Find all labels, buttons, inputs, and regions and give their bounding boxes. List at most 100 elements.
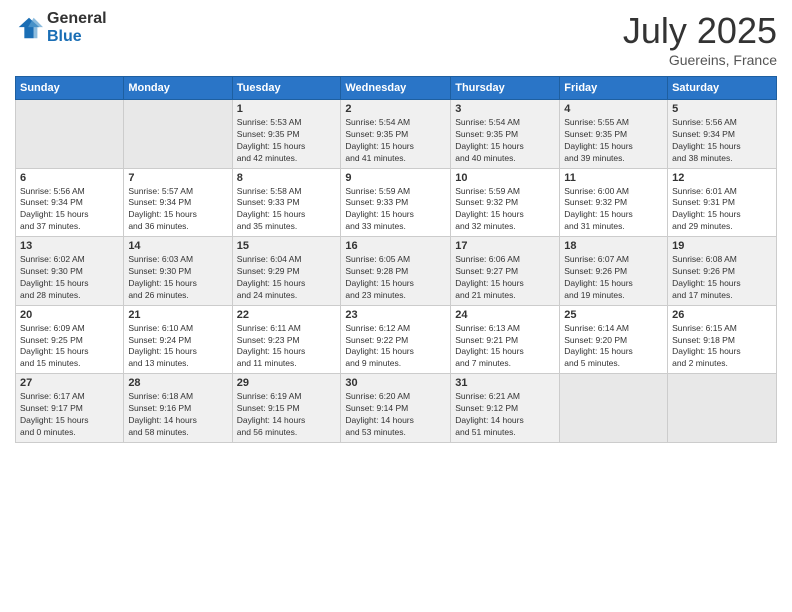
title-block: July 2025 Guereins, France [623, 10, 777, 68]
table-row: 2 Sunrise: 5:54 AM Sunset: 9:35 PM Daylig… [341, 100, 451, 169]
day-number: 22 [237, 309, 337, 321]
header-monday: Monday [124, 77, 232, 100]
day-number: 20 [20, 309, 119, 321]
day-info: Sunrise: 5:57 AM Sunset: 9:34 PM Dayligh… [128, 186, 227, 234]
day-info: Sunrise: 5:55 AM Sunset: 9:35 PM Dayligh… [564, 117, 663, 165]
day-info: Sunrise: 6:17 AM Sunset: 9:17 PM Dayligh… [20, 391, 119, 439]
header-wednesday: Wednesday [341, 77, 451, 100]
day-number: 17 [455, 240, 555, 252]
day-number: 13 [20, 240, 119, 252]
day-number: 1 [237, 103, 337, 115]
table-row: 25 Sunrise: 6:14 AM Sunset: 9:20 PM Dayli… [560, 305, 668, 374]
table-row: 10Sunrise: 5:59 AM Sunset: 9:32 PM Dayli… [451, 168, 560, 237]
day-info: Sunrise: 6:15 AM Sunset: 9:18 PM Dayligh… [672, 323, 772, 371]
day-number: 16 [345, 240, 446, 252]
location: Guereins, France [623, 52, 777, 68]
day-info: Sunrise: 6:10 AM Sunset: 9:24 PM Dayligh… [128, 323, 227, 371]
day-number: 6 [20, 172, 119, 184]
table-row: 13Sunrise: 6:02 AM Sunset: 9:30 PM Dayli… [16, 237, 124, 306]
calendar-week-row: 20 Sunrise: 6:09 AM Sunset: 9:25 PM Dayli… [16, 305, 777, 374]
day-info: Sunrise: 5:54 AM Sunset: 9:35 PM Dayligh… [345, 117, 446, 165]
table-row: 29 Sunrise: 6:19 AM Sunset: 9:15 PM Dayli… [232, 374, 341, 443]
calendar: Sunday Monday Tuesday Wednesday Thursday… [15, 76, 777, 443]
header-sunday: Sunday [16, 77, 124, 100]
table-row: 22 Sunrise: 6:11 AM Sunset: 9:23 PM Dayli… [232, 305, 341, 374]
day-info: Sunrise: 5:56 AM Sunset: 9:34 PM Dayligh… [672, 117, 772, 165]
day-info: Sunrise: 6:07 AM Sunset: 9:26 PM Dayligh… [564, 254, 663, 302]
month-title: July 2025 [623, 10, 777, 52]
table-row: 12Sunrise: 6:01 AM Sunset: 9:31 PM Dayli… [668, 168, 777, 237]
day-info: Sunrise: 6:11 AM Sunset: 9:23 PM Dayligh… [237, 323, 337, 371]
day-info: Sunrise: 5:56 AM Sunset: 9:34 PM Dayligh… [20, 186, 119, 234]
table-row: 16 Sunrise: 6:05 AM Sunset: 9:28 PM Dayli… [341, 237, 451, 306]
day-number: 11 [564, 172, 663, 184]
day-number: 18 [564, 240, 663, 252]
day-number: 2 [345, 103, 446, 115]
table-row: 15 Sunrise: 6:04 AM Sunset: 9:29 PM Dayli… [232, 237, 341, 306]
day-info: Sunrise: 6:05 AM Sunset: 9:28 PM Dayligh… [345, 254, 446, 302]
day-info: Sunrise: 6:18 AM Sunset: 9:16 PM Dayligh… [128, 391, 227, 439]
table-row: 17Sunrise: 6:06 AM Sunset: 9:27 PM Dayli… [451, 237, 560, 306]
day-info: Sunrise: 6:19 AM Sunset: 9:15 PM Dayligh… [237, 391, 337, 439]
table-row: 27 Sunrise: 6:17 AM Sunset: 9:17 PM Dayli… [16, 374, 124, 443]
day-info: Sunrise: 5:58 AM Sunset: 9:33 PM Dayligh… [237, 186, 337, 234]
day-number: 15 [237, 240, 337, 252]
day-number: 24 [455, 309, 555, 321]
header-thursday: Thursday [451, 77, 560, 100]
table-row: 9Sunrise: 5:59 AM Sunset: 9:33 PM Daylig… [341, 168, 451, 237]
table-row [668, 374, 777, 443]
calendar-week-row: 13Sunrise: 6:02 AM Sunset: 9:30 PM Dayli… [16, 237, 777, 306]
day-number: 23 [345, 309, 446, 321]
day-info: Sunrise: 6:03 AM Sunset: 9:30 PM Dayligh… [128, 254, 227, 302]
day-number: 21 [128, 309, 227, 321]
day-number: 3 [455, 103, 555, 115]
day-number: 5 [672, 103, 772, 115]
day-number: 31 [455, 377, 555, 389]
day-number: 27 [20, 377, 119, 389]
table-row: 7 Sunrise: 5:57 AM Sunset: 9:34 PM Daylig… [124, 168, 232, 237]
header: General Blue July 2025 Guereins, France [15, 10, 777, 68]
table-row: 26 Sunrise: 6:15 AM Sunset: 9:18 PM Dayli… [668, 305, 777, 374]
day-number: 12 [672, 172, 772, 184]
day-info: Sunrise: 6:14 AM Sunset: 9:20 PM Dayligh… [564, 323, 663, 371]
day-info: Sunrise: 6:21 AM Sunset: 9:12 PM Dayligh… [455, 391, 555, 439]
logo: General Blue [15, 10, 107, 45]
day-info: Sunrise: 6:12 AM Sunset: 9:22 PM Dayligh… [345, 323, 446, 371]
day-number: 29 [237, 377, 337, 389]
table-row: 8 Sunrise: 5:58 AM Sunset: 9:33 PM Daylig… [232, 168, 341, 237]
day-info: Sunrise: 6:09 AM Sunset: 9:25 PM Dayligh… [20, 323, 119, 371]
calendar-week-row: 1Sunrise: 5:53 AM Sunset: 9:35 PM Daylig… [16, 100, 777, 169]
page: General Blue July 2025 Guereins, France … [0, 0, 792, 612]
day-info: Sunrise: 5:54 AM Sunset: 9:35 PM Dayligh… [455, 117, 555, 165]
header-saturday: Saturday [668, 77, 777, 100]
logo-general-text: General [47, 10, 107, 28]
day-number: 19 [672, 240, 772, 252]
table-row [560, 374, 668, 443]
day-number: 25 [564, 309, 663, 321]
day-info: Sunrise: 6:04 AM Sunset: 9:29 PM Dayligh… [237, 254, 337, 302]
day-info: Sunrise: 6:20 AM Sunset: 9:14 PM Dayligh… [345, 391, 446, 439]
table-row: 23 Sunrise: 6:12 AM Sunset: 9:22 PM Dayli… [341, 305, 451, 374]
day-number: 26 [672, 309, 772, 321]
table-row: 19 Sunrise: 6:08 AM Sunset: 9:26 PM Dayli… [668, 237, 777, 306]
logo-text: General Blue [47, 10, 107, 45]
table-row: 11 Sunrise: 6:00 AM Sunset: 9:32 PM Dayli… [560, 168, 668, 237]
day-number: 7 [128, 172, 227, 184]
calendar-week-row: 6 Sunrise: 5:56 AM Sunset: 9:34 PM Daylig… [16, 168, 777, 237]
table-row: 14Sunrise: 6:03 AM Sunset: 9:30 PM Dayli… [124, 237, 232, 306]
day-number: 28 [128, 377, 227, 389]
table-row: 3 Sunrise: 5:54 AM Sunset: 9:35 PM Daylig… [451, 100, 560, 169]
table-row: 1Sunrise: 5:53 AM Sunset: 9:35 PM Daylig… [232, 100, 341, 169]
header-tuesday: Tuesday [232, 77, 341, 100]
table-row: 31 Sunrise: 6:21 AM Sunset: 9:12 PM Dayli… [451, 374, 560, 443]
day-info: Sunrise: 6:13 AM Sunset: 9:21 PM Dayligh… [455, 323, 555, 371]
table-row: 5 Sunrise: 5:56 AM Sunset: 9:34 PM Daylig… [668, 100, 777, 169]
logo-icon [15, 14, 43, 42]
table-row [124, 100, 232, 169]
day-info: Sunrise: 5:59 AM Sunset: 9:32 PM Dayligh… [455, 186, 555, 234]
day-info: Sunrise: 6:00 AM Sunset: 9:32 PM Dayligh… [564, 186, 663, 234]
day-number: 8 [237, 172, 337, 184]
logo-blue-text: Blue [47, 28, 107, 46]
day-info: Sunrise: 6:08 AM Sunset: 9:26 PM Dayligh… [672, 254, 772, 302]
table-row: 30Sunrise: 6:20 AM Sunset: 9:14 PM Dayli… [341, 374, 451, 443]
